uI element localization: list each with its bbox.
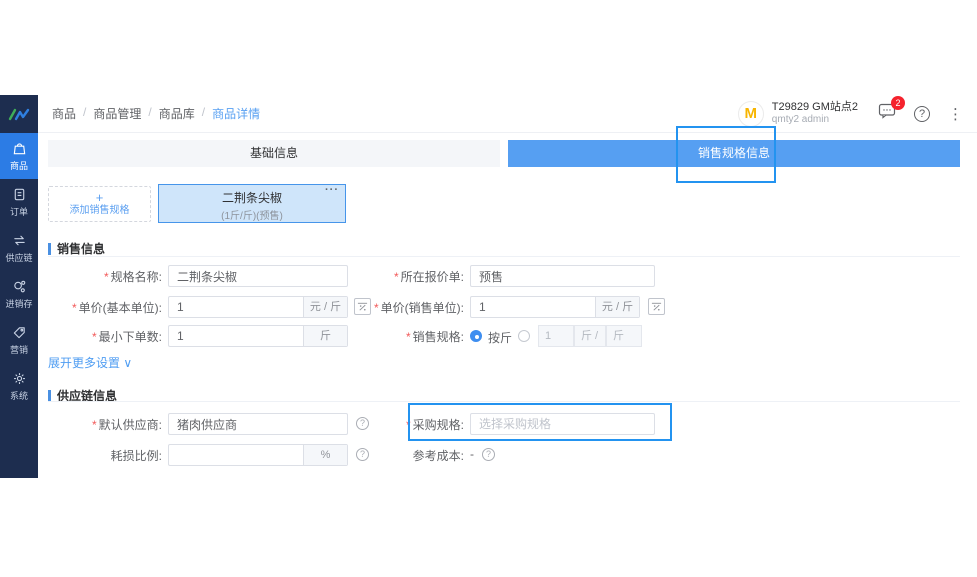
min-order-group: 斤 (168, 325, 348, 347)
spec-name-label: *规格名称: (28, 268, 162, 285)
app-window: 商品 订单 供应链 进销存 (0, 0, 977, 577)
message-count-badge: 2 (891, 96, 905, 110)
messages-button[interactable]: 2 (878, 103, 896, 124)
account-area[interactable]: M T29829 GM站点2 qmty2 admin (738, 101, 858, 127)
help-button[interactable]: ? (914, 106, 930, 122)
section-divider (48, 256, 960, 257)
order-doc-icon (12, 187, 27, 202)
unit-price-sale-group: 元 / 斤 (470, 296, 640, 318)
unit-price-sale-input[interactable] (471, 297, 595, 317)
unit-price-base-label: *单价(基本单位): (28, 299, 162, 316)
section-accent-bar (48, 390, 51, 402)
marketing-tag-icon (12, 325, 27, 340)
reference-cost-label: 参考成本: (344, 447, 464, 464)
section-divider (48, 401, 960, 402)
sidebar-item-goods[interactable]: 商品 (0, 133, 38, 179)
radio-by-piece[interactable] (518, 330, 530, 342)
reference-cost-help-icon[interactable]: ? (482, 448, 495, 461)
unit-price-sale-label: *单价(销售单位): (344, 299, 464, 316)
sidebar-item-supply-chain[interactable]: 供应链 (0, 225, 38, 271)
goods-bag-icon (12, 141, 27, 156)
sidebar-item-label: 供应链 (5, 251, 32, 264)
add-sales-spec-label: 添加销售规格 (70, 204, 130, 217)
unit-price-base-input[interactable] (169, 297, 303, 317)
breadcrumb-separator: / (83, 105, 86, 122)
price-ratio-icon[interactable] (648, 298, 665, 315)
section-accent-bar (48, 243, 51, 255)
loss-ratio-group: % (168, 444, 348, 466)
purchase-spec-input[interactable] (470, 413, 655, 435)
tab-sales-spec-info[interactable]: 销售规格信息 (508, 140, 960, 167)
loss-ratio-label: 耗损比例: (28, 447, 162, 464)
inventory-nodes-icon (12, 279, 27, 294)
unit-price-base-unit: 元 / 斤 (303, 297, 347, 317)
spec-card-menu-button[interactable]: ··· (325, 184, 339, 196)
alt-spec-unit1-box: 斤 / (574, 325, 606, 347)
sidebar-item-system[interactable]: 系统 (0, 363, 38, 409)
system-gear-icon (12, 371, 27, 386)
sale-spec-label: *销售规格: (344, 328, 464, 345)
supply-chain-arrows-icon (12, 233, 27, 248)
account-name: T29829 GM站点2 (772, 101, 858, 114)
account-text: T29829 GM站点2 qmty2 admin (772, 101, 858, 126)
quote-sheet-label: *所在报价单: (344, 268, 464, 285)
breadcrumb: 商品 / 商品管理 / 商品库 / 商品详情 (52, 105, 260, 122)
avatar[interactable]: M (738, 101, 764, 127)
alt-spec-unit2-box: 斤 (606, 325, 642, 347)
brand-logo-icon (0, 95, 38, 133)
spec-name-input[interactable] (168, 265, 348, 287)
sales-info-section-header: 销售信息 (48, 240, 105, 257)
more-menu-button[interactable]: ⋮ (948, 105, 963, 123)
radio-by-jin[interactable] (470, 330, 482, 342)
breadcrumb-goods-management[interactable]: 商品管理 (93, 105, 141, 122)
reference-cost-value: - (470, 447, 474, 461)
quote-sheet-input[interactable] (470, 265, 655, 287)
breadcrumb-goods[interactable]: 商品 (52, 105, 76, 122)
loss-ratio-input[interactable] (169, 445, 303, 465)
spec-card-selected[interactable]: 二荆条尖椒 (1斤/斤)(预售) ··· (158, 184, 346, 223)
top-bar: 商品 / 商品管理 / 商品库 / 商品详情 M T29829 GM站点2 qm… (38, 95, 977, 133)
question-icon: ? (919, 108, 925, 120)
breadcrumb-goods-library[interactable]: 商品库 (159, 105, 195, 122)
radio-by-jin-label: 按斤 (488, 329, 512, 346)
spec-card-subtitle: (1斤/斤)(预售) (159, 207, 345, 222)
plus-icon: + (96, 191, 104, 204)
sidebar-item-orders[interactable]: 订单 (0, 179, 38, 225)
unit-price-base-group: 元 / 斤 (168, 296, 348, 318)
expand-more-settings-link[interactable]: 展开更多设置 ∨ (48, 354, 132, 371)
sidebar-item-label: 商品 (10, 159, 28, 172)
default-supplier-input[interactable] (168, 413, 348, 435)
loss-ratio-unit: % (303, 445, 347, 465)
add-sales-spec-button[interactable]: + 添加销售规格 (48, 186, 151, 222)
avatar-letter: M (745, 105, 758, 122)
breadcrumb-separator: / (202, 105, 205, 122)
min-order-unit: 斤 (303, 326, 347, 346)
alt-spec-value-box: 1 (538, 325, 574, 347)
sidebar-item-label: 营销 (10, 343, 28, 356)
sales-info-title: 销售信息 (57, 240, 105, 257)
unit-price-sale-unit: 元 / 斤 (595, 297, 639, 317)
min-order-label: *最小下单数: (28, 328, 162, 345)
purchase-spec-label: *采购规格: (344, 416, 464, 433)
min-order-input[interactable] (169, 326, 303, 346)
kebab-icon: ⋮ (948, 106, 963, 123)
top-icon-cluster: 2 ? ⋮ (878, 103, 963, 124)
account-role: qmty2 admin (772, 114, 858, 126)
sidebar-item-label: 系统 (10, 389, 28, 402)
chevron-down-icon: ∨ (123, 356, 132, 370)
breadcrumb-separator: / (148, 105, 151, 122)
spec-card-title: 二荆条尖椒 (159, 189, 345, 206)
tab-basic-info[interactable]: 基础信息 (48, 140, 500, 167)
default-supplier-label: *默认供应商: (28, 416, 162, 433)
sidebar-item-label: 订单 (10, 205, 28, 218)
breadcrumb-goods-detail: 商品详情 (212, 105, 260, 122)
